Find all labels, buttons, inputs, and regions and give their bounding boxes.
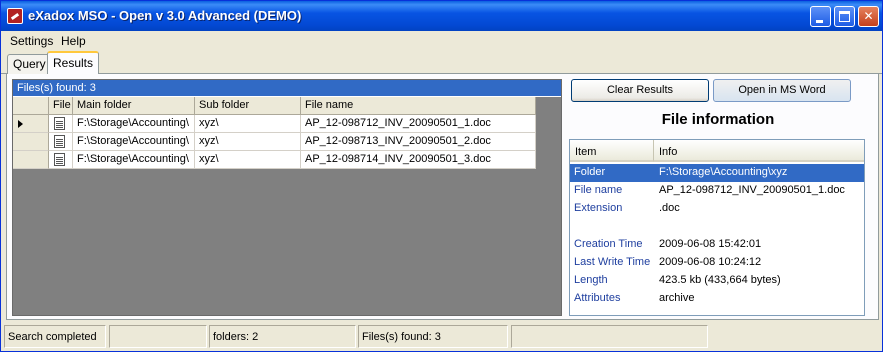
file-cell[interactable] (49, 115, 73, 133)
status-files-found: Files(s) found: 3 (358, 325, 508, 348)
list-item[interactable]: Attributes archive (570, 290, 864, 308)
row-selector[interactable] (13, 133, 49, 151)
document-icon (54, 135, 65, 148)
item-value: .doc (659, 202, 680, 214)
app-logo-icon[interactable] (7, 8, 23, 24)
minimize-icon (816, 20, 823, 23)
item-label: File name (574, 184, 623, 196)
item-label: Last Write Time (574, 256, 651, 268)
maximize-button[interactable] (834, 6, 855, 27)
list-item[interactable]: Folder F:\Storage\Accounting\xyz (570, 164, 864, 182)
app-window: eXadox MSO - Open v 3.0 Advanced (DEMO) … (0, 0, 883, 352)
open-in-word-button[interactable]: Open in MS Word (713, 79, 851, 102)
main-folder-cell[interactable]: F:\Storage\Accounting\ (73, 151, 195, 169)
main-folder-cell[interactable]: F:\Storage\Accounting\ (73, 115, 195, 133)
list-item[interactable]: File name AP_12-098712_INV_20090501_1.do… (570, 182, 864, 200)
col-header-sub-folder[interactable]: Sub folder (195, 97, 301, 115)
maximize-icon (839, 11, 850, 22)
item-value: 423.5 kb (433,664 bytes) (659, 274, 781, 286)
file-info-header: Item Info (570, 140, 864, 162)
list-item[interactable]: Extension .doc (570, 200, 864, 218)
status-message: Search completed (4, 325, 106, 348)
tab-results[interactable]: Results (47, 51, 100, 75)
file-name-cell[interactable]: AP_12-098712_INV_20090501_1.doc (301, 115, 536, 133)
file-name-cell[interactable]: AP_12-098714_INV_20090501_3.doc (301, 151, 536, 169)
tab-query[interactable]: Query (7, 54, 52, 74)
item-label: Extension (574, 202, 623, 214)
file-info-list[interactable]: Item Info Folder F:\Storage\Accounting\x… (569, 139, 865, 316)
menu-bar: Settings Help (1, 31, 882, 50)
item-label: Attributes (574, 292, 621, 304)
status-panel-2 (109, 325, 207, 348)
sub-folder-cell[interactable]: xyz\ (195, 151, 301, 169)
main-folder-cell[interactable]: F:\Storage\Accounting\ (73, 133, 195, 151)
list-item[interactable] (570, 218, 864, 236)
tab-strip: Query Results (1, 50, 882, 75)
window-title: eXadox MSO - Open v 3.0 Advanced (DEMO) (28, 8, 302, 23)
item-label: Length (574, 274, 608, 286)
row-header-corner (13, 97, 49, 115)
col-header-file-name[interactable]: File name (301, 97, 536, 115)
table-row[interactable]: F:\Storage\Accounting\ xyz\ AP_12-098714… (13, 151, 536, 169)
sub-folder-cell[interactable]: xyz\ (195, 115, 301, 133)
status-panel-5 (511, 325, 708, 348)
close-icon: ✕ (863, 9, 874, 23)
list-item[interactable]: Last Write Time 2009-06-08 10:24:12 (570, 254, 864, 272)
menu-settings[interactable]: Settings (10, 34, 53, 48)
col-header-item[interactable]: Item (570, 140, 654, 162)
item-label: Creation Time (574, 238, 643, 250)
document-icon (54, 117, 65, 130)
table-row[interactable]: F:\Storage\Accounting\ xyz\ AP_12-098713… (13, 133, 536, 151)
clear-results-button[interactable]: Clear Results (571, 79, 709, 102)
item-value: 2009-06-08 10:24:12 (659, 256, 762, 268)
file-cell[interactable] (49, 133, 73, 151)
item-value: 2009-06-08 15:42:01 (659, 238, 762, 250)
file-name-cell[interactable]: AP_12-098713_INV_20090501_2.doc (301, 133, 536, 151)
results-grid-area: Files(s) found: 3 File Main folder Sub f… (12, 79, 562, 316)
title-bar[interactable]: eXadox MSO - Open v 3.0 Advanced (DEMO) … (1, 1, 882, 31)
list-item[interactable]: Creation Time 2009-06-08 15:42:01 (570, 236, 864, 254)
file-cell[interactable] (49, 151, 73, 169)
item-label: Folder (574, 166, 606, 178)
item-value: archive (659, 292, 695, 304)
file-information-title: File information (661, 111, 775, 128)
row-selector[interactable] (13, 115, 49, 133)
grid-header: File Main folder Sub folder File name (13, 97, 536, 115)
col-header-file[interactable]: File (49, 97, 73, 115)
table-row[interactable]: F:\Storage\Accounting\ xyz\ AP_12-098712… (13, 115, 536, 133)
row-selector[interactable] (13, 151, 49, 169)
menu-help[interactable]: Help (61, 34, 86, 48)
item-value: F:\Storage\Accounting\xyz (659, 166, 788, 178)
list-item[interactable]: Length 423.5 kb (433,664 bytes) (570, 272, 864, 290)
minimize-button[interactable] (810, 6, 831, 27)
files-found-caption: Files(s) found: 3 (13, 80, 561, 97)
sub-folder-cell[interactable]: xyz\ (195, 133, 301, 151)
status-folders: folders: 2 (209, 325, 356, 348)
col-header-info[interactable]: Info (654, 140, 864, 162)
document-icon (54, 153, 65, 166)
current-row-arrow-icon (18, 120, 23, 128)
close-button[interactable]: ✕ (858, 6, 879, 27)
status-bar: Search completed folders: 2 Files(s) fou… (1, 323, 882, 351)
col-header-main-folder[interactable]: Main folder (73, 97, 195, 115)
item-value: AP_12-098712_INV_20090501_1.doc (659, 184, 845, 196)
